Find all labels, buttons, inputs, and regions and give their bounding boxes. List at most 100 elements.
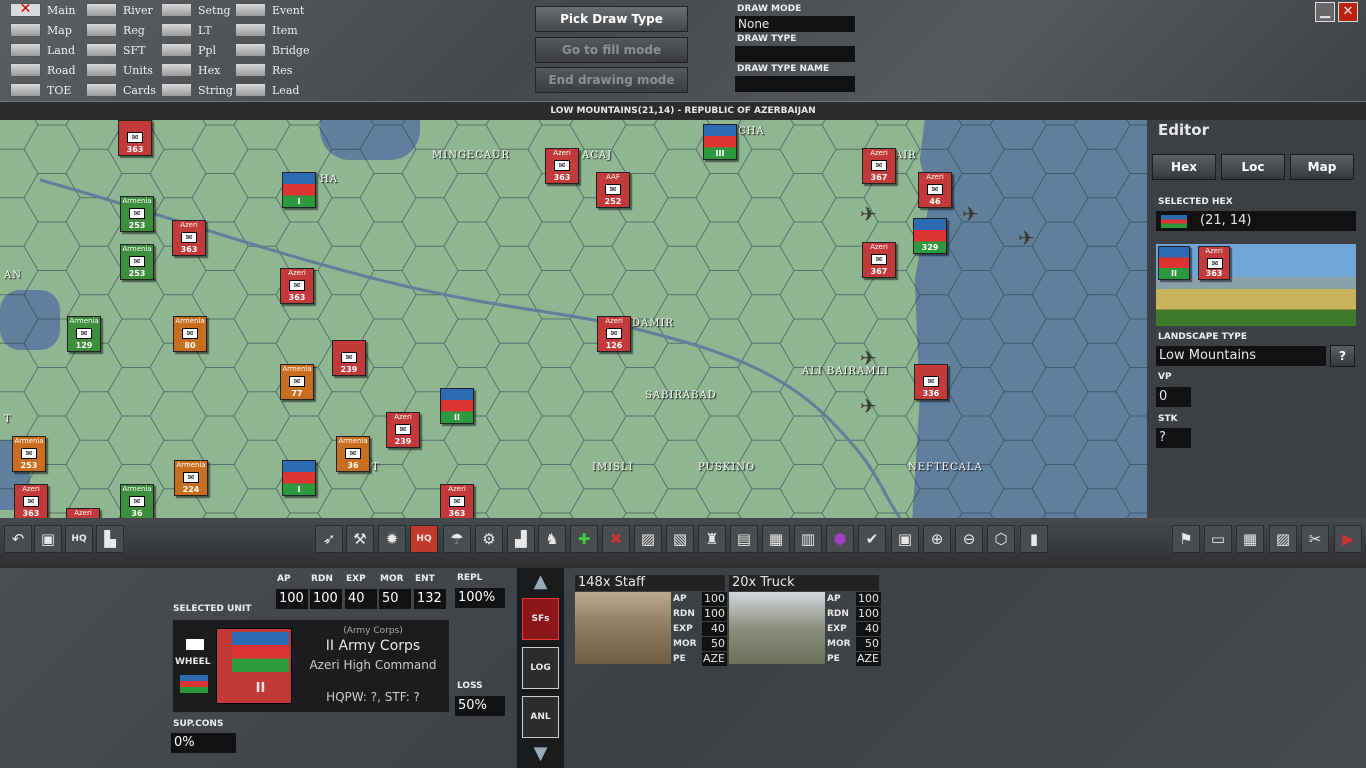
pattern3-icon[interactable]: ▨	[1269, 525, 1297, 553]
pick-draw-type-button[interactable]: Pick Draw Type	[535, 6, 688, 32]
checkbox[interactable]	[86, 83, 117, 97]
computer-icon[interactable]: ▣	[34, 525, 62, 553]
undo-icon[interactable]: ↶	[4, 525, 32, 553]
purple-hex-icon[interactable]: ⬢	[826, 525, 854, 553]
unit-counter[interactable]: ✉ 239	[332, 340, 366, 376]
unit-counter[interactable]: Armenia ✉ 253	[120, 196, 154, 232]
checkbox[interactable]	[161, 23, 192, 37]
unit-counter[interactable]: Armenia ✉ 80	[173, 316, 207, 352]
unit-counter[interactable]: Azeri ✉ 126	[597, 316, 631, 352]
checkbox[interactable]	[86, 43, 117, 57]
unit-counter[interactable]: Azeri ✉ 46	[918, 172, 952, 208]
toggle-res[interactable]: Res	[235, 61, 292, 79]
checkbox[interactable]	[86, 63, 117, 77]
toggle-bridge[interactable]: Bridge	[235, 41, 309, 59]
unit-counter[interactable]: AAF ✉ 252	[596, 172, 630, 208]
checkbox[interactable]	[235, 63, 266, 77]
stack-icon[interactable]: ▥	[794, 525, 822, 553]
boots-icon[interactable]: ♞	[538, 525, 566, 553]
toggle-main[interactable]: Main	[10, 1, 75, 19]
toggle-event[interactable]: Event	[235, 1, 304, 19]
unit-counter[interactable]: Azeri✉363	[440, 484, 474, 518]
toggle-cards[interactable]: Cards	[86, 81, 156, 99]
sfs-button[interactable]: SFs	[522, 598, 559, 640]
close-button[interactable]: ✕	[1338, 2, 1358, 22]
unit-counter[interactable]: Azeri ✉ 367	[862, 242, 896, 278]
unit-counter[interactable]: I	[282, 460, 316, 496]
stack-unit-counter[interactable]: II	[1158, 246, 1190, 280]
unit-counter[interactable]: Azeri✉363	[66, 508, 100, 518]
check-icon[interactable]: ✔	[858, 525, 886, 553]
unit-counter[interactable]: 329	[913, 218, 947, 254]
checkbox[interactable]	[235, 43, 266, 57]
toggle-item[interactable]: Item	[235, 21, 298, 39]
toggle-lead[interactable]: Lead	[235, 81, 299, 99]
toggle-lt[interactable]: LT	[161, 21, 212, 39]
checkbox[interactable]	[86, 3, 117, 17]
add-unit-icon[interactable]: ✚	[570, 525, 598, 553]
unit-counter[interactable]: Armenia ✉ 129	[67, 316, 101, 352]
hq-icon[interactable]: HQ	[65, 525, 93, 553]
toggle-map[interactable]: Map	[10, 21, 72, 39]
remove-unit-icon[interactable]: ✖	[602, 525, 630, 553]
landscape-type-value[interactable]: Low Mountains	[1156, 346, 1326, 366]
game-map[interactable]: MINGECAUR ACAJ CHA HA AIR DAMIR SABIRABA…	[0, 120, 1147, 518]
toggle-string[interactable]: String	[161, 81, 233, 99]
pattern2-icon[interactable]: ▧	[666, 525, 694, 553]
checkbox[interactable]	[161, 63, 192, 77]
checkbox[interactable]	[235, 23, 266, 37]
anl-button[interactable]: ANL	[522, 696, 559, 738]
toggle-hex[interactable]: Hex	[161, 61, 220, 79]
toggle-road[interactable]: Road	[10, 61, 76, 79]
checkbox[interactable]	[10, 63, 41, 77]
flag-icon[interactable]: ⚑	[1172, 525, 1200, 553]
next-turn-icon[interactable]: ▶	[1334, 525, 1362, 553]
unit-counter[interactable]: Azeri ✉ 239	[386, 412, 420, 448]
checkbox[interactable]	[161, 83, 192, 97]
tab-map[interactable]: Map	[1290, 154, 1354, 180]
toggle-reg[interactable]: Reg	[86, 21, 145, 39]
checkbox[interactable]	[235, 83, 266, 97]
unit-counter-large[interactable]: II	[216, 628, 292, 704]
unit-counter[interactable]: ✉ 336	[914, 364, 948, 400]
vp-value[interactable]: 0	[1156, 387, 1191, 407]
toggle-ppl[interactable]: Ppl	[161, 41, 216, 59]
landscape-help-button[interactable]: ?	[1330, 345, 1355, 367]
checkbox[interactable]	[161, 3, 192, 17]
aircraft-icon[interactable]: ✈	[860, 394, 877, 418]
aircraft-icon[interactable]: ✈	[860, 346, 877, 370]
unit-counter[interactable]: Azeri ✉ 367	[862, 148, 896, 184]
zoom-in-icon[interactable]: ⊕	[923, 525, 951, 553]
unit-counter[interactable]: Azeri✉363	[14, 484, 48, 518]
unit-counter[interactable]: Azeri✉363	[545, 148, 579, 184]
book-icon[interactable]: ▭	[1204, 525, 1232, 553]
toggle-toe[interactable]: TOE	[10, 81, 71, 99]
toggle-river[interactable]: River	[86, 1, 153, 19]
minimize-button[interactable]: ▁	[1315, 2, 1335, 22]
unit-counter[interactable]: III	[703, 124, 737, 160]
zoom-out-icon[interactable]: ⊖	[955, 525, 983, 553]
hex-view-icon[interactable]: ⬡	[987, 525, 1015, 553]
checkbox[interactable]	[10, 1, 41, 17]
unit-counter[interactable]: II	[440, 388, 474, 424]
toggle-land[interactable]: Land	[10, 41, 75, 59]
toggle-sft[interactable]: SFT	[86, 41, 146, 59]
toggle-setng[interactable]: Setng	[161, 1, 231, 19]
city-icon[interactable]: ▦	[762, 525, 790, 553]
strip-icon[interactable]: ▤	[730, 525, 758, 553]
unit-counter[interactable]: ✉ 363	[118, 120, 152, 156]
tab-hex[interactable]: Hex	[1152, 154, 1216, 180]
factory-icon[interactable]: ▙	[96, 525, 124, 553]
tab-loc[interactable]: Loc	[1221, 154, 1285, 180]
fort-icon[interactable]: ▟	[507, 525, 535, 553]
scroll-up-icon[interactable]: ▲	[522, 572, 559, 592]
grid-icon[interactable]: ▦	[1236, 525, 1264, 553]
artillery-icon[interactable]: ⚒	[346, 525, 374, 553]
unit-counter[interactable]: Azeri✉363	[280, 268, 314, 304]
end-drawing-mode-button[interactable]: End drawing mode	[535, 67, 688, 93]
units-icon[interactable]: ♜	[698, 525, 726, 553]
checkbox[interactable]	[10, 23, 41, 37]
aircraft-icon[interactable]: ✈	[860, 202, 877, 226]
sf-card[interactable]: 148x Staff AP 100 RDN 100 EXP 40 MOR 50 PE AZE	[575, 575, 727, 667]
tools-icon[interactable]: ✂	[1301, 525, 1329, 553]
